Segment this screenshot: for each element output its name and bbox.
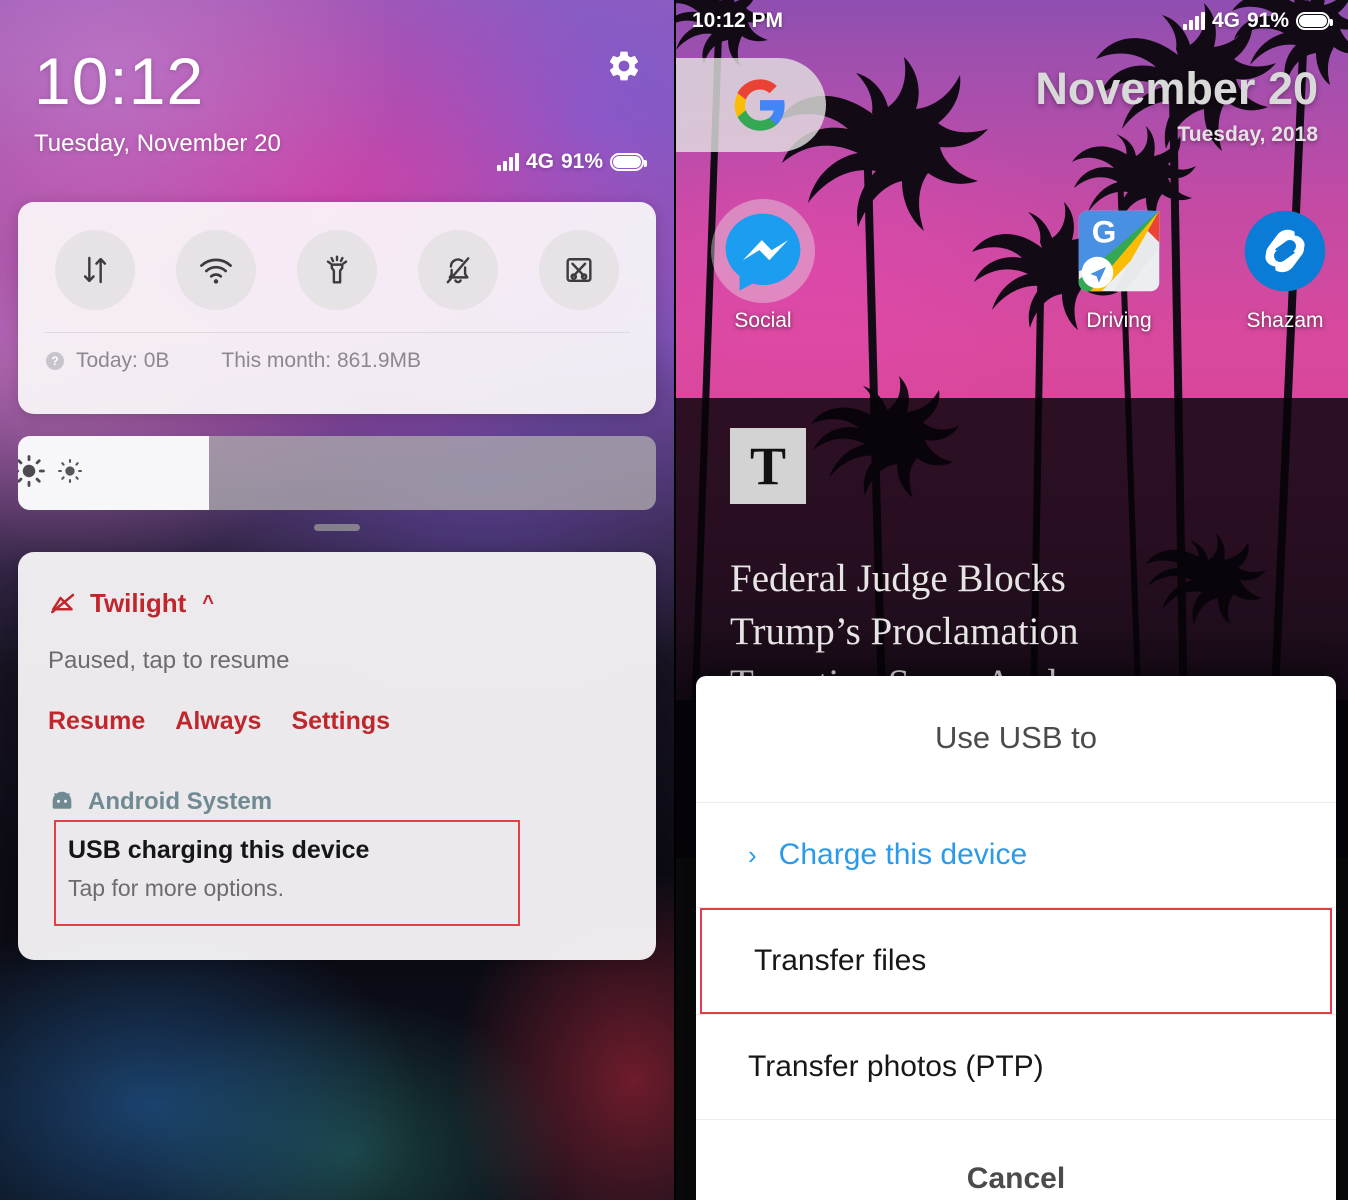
shade-drag-handle[interactable] xyxy=(314,524,360,531)
wifi-icon xyxy=(199,258,232,284)
twilight-action-settings[interactable]: Settings xyxy=(291,707,390,736)
app-driving[interactable]: G Driving xyxy=(1054,205,1184,333)
lockscreen-status-indicators: 4G 91% xyxy=(496,150,647,174)
google-g-icon xyxy=(734,79,785,131)
dialog-option-label: Charge this device xyxy=(778,838,1028,871)
status-bar-time: 10:12 PM xyxy=(692,9,784,32)
twilight-action-resume[interactable]: Resume xyxy=(48,707,145,736)
flashlight-icon xyxy=(326,255,348,284)
app-social-folder[interactable]: Social xyxy=(698,199,828,333)
dialog-option-transfer-photos[interactable]: Transfer photos (PTP) xyxy=(696,1015,1336,1119)
right-panel-homescreen: 10:12 PM 4G 91% November 20 Tuesday, 201… xyxy=(674,0,1348,1200)
data-usage-row[interactable]: ? Today: 0B This month: 861.9MB xyxy=(18,333,656,373)
notification-twilight[interactable]: Twilight ^ Paused, tap to resume Resume … xyxy=(48,588,626,736)
app-icon-wrapper xyxy=(711,199,815,303)
app-label: Shazam xyxy=(1246,309,1324,332)
data-transfer-icon xyxy=(83,256,106,284)
mobile-data-toggle[interactable] xyxy=(54,230,135,310)
dual-screenshot-composite: 10:12 Tuesday, November 20 4G 91% ? Toda… xyxy=(0,0,1348,1200)
shazam-icon xyxy=(1244,210,1326,292)
app-label: Driving xyxy=(1086,309,1152,332)
dialog-option-transfer-files[interactable]: Transfer files xyxy=(700,908,1332,1014)
battery-icon xyxy=(610,153,647,171)
twilight-off-icon xyxy=(51,593,75,613)
status-bar: 10:12 PM 4G 91% xyxy=(674,0,1348,42)
dialog-option-charge-this-device[interactable]: › Charge this device xyxy=(696,803,1336,907)
nyt-logo-icon: T xyxy=(730,428,806,504)
bell-off-icon xyxy=(446,257,470,284)
battery-icon xyxy=(1296,12,1333,30)
messenger-icon xyxy=(725,213,801,291)
android-system-header: Android System xyxy=(48,788,626,816)
app-icon-wrapper: G xyxy=(1073,205,1165,297)
brightness-low-icon xyxy=(56,457,84,490)
wifi-toggle[interactable] xyxy=(175,230,256,310)
app-icon-wrapper xyxy=(1239,205,1331,297)
dialog-option-label: Transfer photos (PTP) xyxy=(748,1050,1044,1083)
android-icon xyxy=(52,791,72,809)
google-search-widget[interactable] xyxy=(674,58,826,152)
left-panel-lockscreen-shade: 10:12 Tuesday, November 20 4G 91% ? Toda… xyxy=(0,0,674,1200)
brightness-slider-fill xyxy=(18,436,210,510)
usb-notification-title: USB charging this device xyxy=(68,836,370,864)
chevron-right-icon: › xyxy=(748,839,757,870)
usb-charging-notification-highlight[interactable]: USB charging this device Tap for more op… xyxy=(54,820,520,926)
panel-divider xyxy=(674,0,676,1200)
dialog-option-label: Transfer files xyxy=(754,944,927,977)
flashlight-toggle[interactable] xyxy=(296,230,377,310)
twilight-action-always[interactable]: Always xyxy=(175,707,261,736)
silent-mode-toggle[interactable] xyxy=(418,230,499,310)
brightness-slider[interactable] xyxy=(18,436,656,510)
battery-percent-label: 91% xyxy=(1246,9,1289,32)
info-icon: ? xyxy=(46,352,64,370)
notification-android-system[interactable]: Android System USB charging this device … xyxy=(48,788,626,926)
android-system-app-name: Android System xyxy=(88,788,273,815)
settings-gear-button[interactable] xyxy=(606,48,642,89)
gear-icon xyxy=(609,51,639,81)
lockscreen-header: 10:12 Tuesday, November 20 xyxy=(0,0,674,158)
screenshot-toggle[interactable] xyxy=(539,230,620,310)
data-usage-today: Today: 0B xyxy=(76,349,170,372)
nyt-headline-line-2: Trump’s Proclamation xyxy=(730,609,1079,653)
date-widget[interactable]: November 20 Tuesday, 2018 xyxy=(1035,66,1318,147)
date-widget-sub: Tuesday, 2018 xyxy=(1177,123,1318,146)
google-maps-icon: G xyxy=(1078,210,1160,292)
dialog-title: Use USB to xyxy=(935,720,1097,755)
quick-settings-card: ? Today: 0B This month: 861.9MB xyxy=(18,202,656,414)
twilight-body: Paused, tap to resume xyxy=(48,647,290,674)
lockscreen-clock: 10:12 xyxy=(34,44,205,118)
signal-strength-icon xyxy=(1182,12,1205,30)
date-widget-main: November 20 xyxy=(1035,63,1318,114)
data-usage-month: This month: 861.9MB xyxy=(221,349,421,372)
brightness-high-icon xyxy=(18,454,46,493)
screenshot-scissors-icon xyxy=(566,258,592,282)
twilight-actions: Resume Always Settings xyxy=(48,707,626,736)
svg-text:G: G xyxy=(1092,213,1117,249)
network-type-label: 4G xyxy=(525,150,554,173)
chevron-up-icon[interactable]: ^ xyxy=(202,592,214,615)
battery-percent-label: 91% xyxy=(560,150,603,173)
usb-notification-body: Tap for more options. xyxy=(68,875,285,901)
dialog-cancel-button[interactable]: Cancel xyxy=(696,1120,1336,1200)
status-bar-indicators: 4G 91% xyxy=(1182,9,1333,33)
notification-shade-card: Twilight ^ Paused, tap to resume Resume … xyxy=(18,552,656,960)
nyt-logo-mark: T xyxy=(749,436,787,496)
twilight-header: Twilight ^ xyxy=(48,588,626,619)
app-shazam[interactable]: Shazam xyxy=(1220,205,1348,333)
quick-settings-toggles xyxy=(18,202,656,310)
signal-strength-icon xyxy=(496,153,519,171)
app-label: Social xyxy=(734,309,792,332)
nyt-headline-line-1: Federal Judge Blocks xyxy=(730,557,1066,600)
use-usb-dialog: Use USB to › Charge this device Transfer… xyxy=(696,676,1336,1200)
network-type-label: 4G xyxy=(1211,9,1240,32)
twilight-app-name: Twilight xyxy=(90,588,187,618)
